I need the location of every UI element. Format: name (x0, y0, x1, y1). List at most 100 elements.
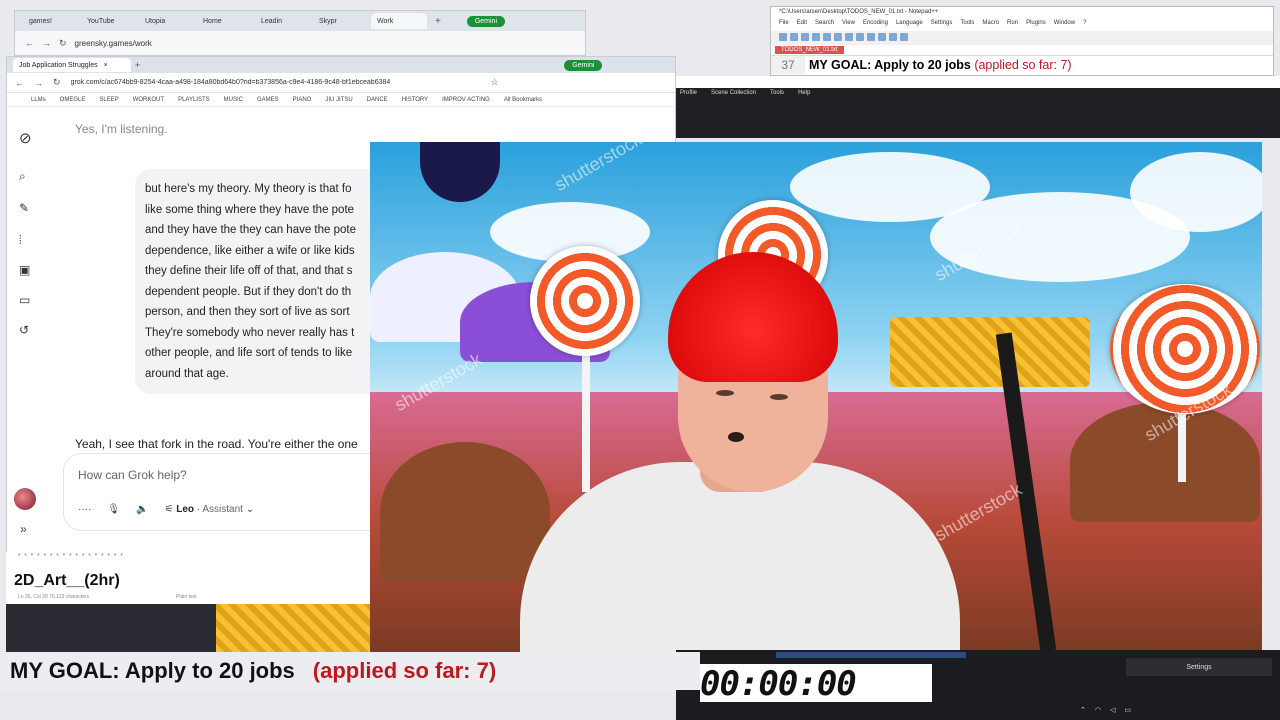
mic-icon[interactable]: 🎙 (107, 504, 120, 515)
battery-icon[interactable]: ▭ (1124, 706, 1131, 714)
menu-item[interactable]: ? (1083, 20, 1086, 30)
image-icon[interactable]: ▣ (19, 263, 30, 277)
toolbar-button[interactable] (856, 33, 864, 41)
toolbar-button[interactable] (900, 33, 908, 41)
toolbar-button[interactable] (790, 33, 798, 41)
reload-icon[interactable]: ↻ (53, 77, 61, 88)
bg-tab[interactable]: Home (197, 13, 253, 29)
bookmark-item[interactable]: IMPROV ACTING (442, 97, 490, 103)
obs-menu-item[interactable]: Help (798, 90, 810, 104)
waffle-roof (890, 317, 1090, 387)
background-browser-window[interactable]: games! YouTube Utopia Home Leadin Skypr … (14, 10, 586, 56)
menu-item[interactable]: Macro (982, 20, 999, 30)
thumbnail[interactable] (6, 604, 216, 652)
bg-tab[interactable]: Skypr (313, 13, 369, 29)
settings-button[interactable]: Settings (1126, 658, 1272, 676)
menu-item[interactable]: Encoding (863, 20, 888, 30)
forward-icon[interactable]: → (42, 38, 51, 48)
bookmark-item[interactable]: PLAYLISTS (178, 97, 210, 103)
bg-tab[interactable]: Leadin (255, 13, 311, 29)
notepad-tab[interactable]: TODOS_NEW_01.txt (775, 46, 844, 54)
star-icon[interactable]: ☆ (491, 77, 499, 88)
toolbar-button[interactable] (801, 33, 809, 41)
forward-icon[interactable]: → (34, 78, 43, 88)
menu-item[interactable]: Search (815, 20, 834, 30)
menu-item[interactable]: Run (1007, 20, 1018, 30)
toolbar-button[interactable] (867, 33, 875, 41)
voice-icon[interactable]: ⦙ (19, 233, 22, 248)
bookmark-item[interactable]: DANCE (367, 97, 388, 103)
chat-input-box[interactable]: How can Grok help? ···· 🎙 🔈 ⚟ Leo · Assi… (63, 453, 375, 531)
menu-item[interactable]: Window (1054, 20, 1075, 30)
text-editor-window[interactable]: • • • • • • • • • • • • • • • • • 2D_Art… (6, 552, 370, 652)
grok-logo-icon[interactable]: ⊘ (19, 129, 32, 147)
back-icon[interactable]: ← (25, 38, 34, 48)
speaker-icon[interactable]: 🔈 (136, 504, 148, 515)
notepad-window[interactable]: *C:\Users\arsen\Desktop\TODOS_NEW_01.txt… (770, 6, 1274, 76)
user-message-bubble: but here's my theory. My theory is that … (135, 169, 375, 394)
bg-tab-active[interactable]: Work (371, 13, 427, 29)
menu-item[interactable]: Settings (931, 20, 953, 30)
bg-tab[interactable]: games! (23, 13, 79, 29)
wifi-icon[interactable]: ◠ (1095, 706, 1101, 714)
bookmark-item[interactable]: All Bookmarks (504, 97, 542, 103)
toolbar-button[interactable] (779, 33, 787, 41)
edit-icon[interactable]: ✎ (19, 201, 29, 215)
menu-item[interactable]: Edit (797, 20, 807, 30)
gemini-button[interactable]: Gemini (564, 59, 603, 71)
volume-icon[interactable]: ◁ (1110, 706, 1115, 714)
gemini-button[interactable]: Gemini (466, 15, 506, 27)
obs-window: Profile Scene Collection Tools Help (676, 76, 1280, 138)
tab-job-application[interactable]: Job Application Struggles × (13, 58, 131, 72)
menu-item[interactable]: File (779, 20, 789, 30)
close-icon[interactable]: × (104, 62, 108, 69)
thumbnail[interactable] (216, 604, 370, 652)
folder-icon[interactable]: ▭ (19, 293, 30, 307)
message-line: dependence, like either a wife or like k… (145, 244, 355, 257)
new-tab-icon[interactable]: + (429, 16, 447, 27)
reload-icon[interactable]: ↻ (59, 38, 67, 49)
webcam-video: shutterstock shutterstock shutterstock s… (370, 142, 1262, 652)
bookmark-item[interactable]: HISTORY (402, 97, 428, 103)
bookmark-item[interactable]: OMEGLE (60, 97, 86, 103)
menu-item[interactable]: Tools (960, 20, 974, 30)
bookmark-item[interactable]: MUSIC (224, 97, 243, 103)
bookmark-item[interactable]: WORKOUT (133, 97, 164, 103)
menu-item[interactable]: View (842, 20, 855, 30)
system-tray: ⌃ ◠ ◁ ▭ (1076, 700, 1280, 720)
toolbar-button[interactable] (823, 33, 831, 41)
toolbar-button[interactable] (834, 33, 842, 41)
chevron-up-icon[interactable]: ⌃ (1080, 706, 1086, 714)
volume-meter[interactable] (776, 652, 966, 658)
avatar[interactable] (14, 488, 36, 510)
back-icon[interactable]: ← (15, 78, 24, 88)
toolbar-button[interactable] (878, 33, 886, 41)
bg-url[interactable]: greensky.games/work (75, 39, 152, 48)
obs-menu-item[interactable]: Scene Collection (711, 90, 756, 104)
bookmark-item[interactable]: GAMES (257, 97, 279, 103)
search-icon[interactable]: ⌕ (19, 169, 26, 184)
main-url[interactable]: grok.com/c/ac674bb9-8254-4caa-a498-184a8… (71, 79, 481, 86)
toolbar-button[interactable] (812, 33, 820, 41)
toolbar-button[interactable] (845, 33, 853, 41)
bg-tab-bar: games! YouTube Utopia Home Leadin Skypr … (15, 11, 585, 31)
bookmark-item[interactable]: JIU JITSU (325, 97, 352, 103)
expand-sidebar-icon[interactable]: » (20, 522, 27, 536)
bookmark-item[interactable]: PIANO (293, 97, 312, 103)
obs-menu-item[interactable]: Profile (680, 90, 697, 104)
history-icon[interactable]: ↺ (19, 323, 29, 337)
notepad-toolbar (771, 31, 1273, 45)
obs-menu-item[interactable]: Tools (770, 90, 784, 104)
menu-item[interactable]: Language (896, 20, 923, 30)
dots-icon[interactable]: ···· (78, 504, 91, 515)
voice-select[interactable]: ⚟ Leo · Assistant ⌄ (164, 504, 254, 515)
notepad-line[interactable]: 37 MY GOAL: Apply to 20 jobs (applied so… (771, 55, 1273, 74)
bookmark-item[interactable]: SLEEP (99, 97, 118, 103)
toolbar-button[interactable] (889, 33, 897, 41)
chat-input-placeholder[interactable]: How can Grok help? (78, 468, 187, 482)
new-tab-icon[interactable]: + (135, 60, 140, 70)
menu-item[interactable]: Plugins (1026, 20, 1046, 30)
bg-tab[interactable]: YouTube (81, 13, 137, 29)
bg-tab[interactable]: Utopia (139, 13, 195, 29)
bookmark-item[interactable]: LLMs (31, 97, 46, 103)
